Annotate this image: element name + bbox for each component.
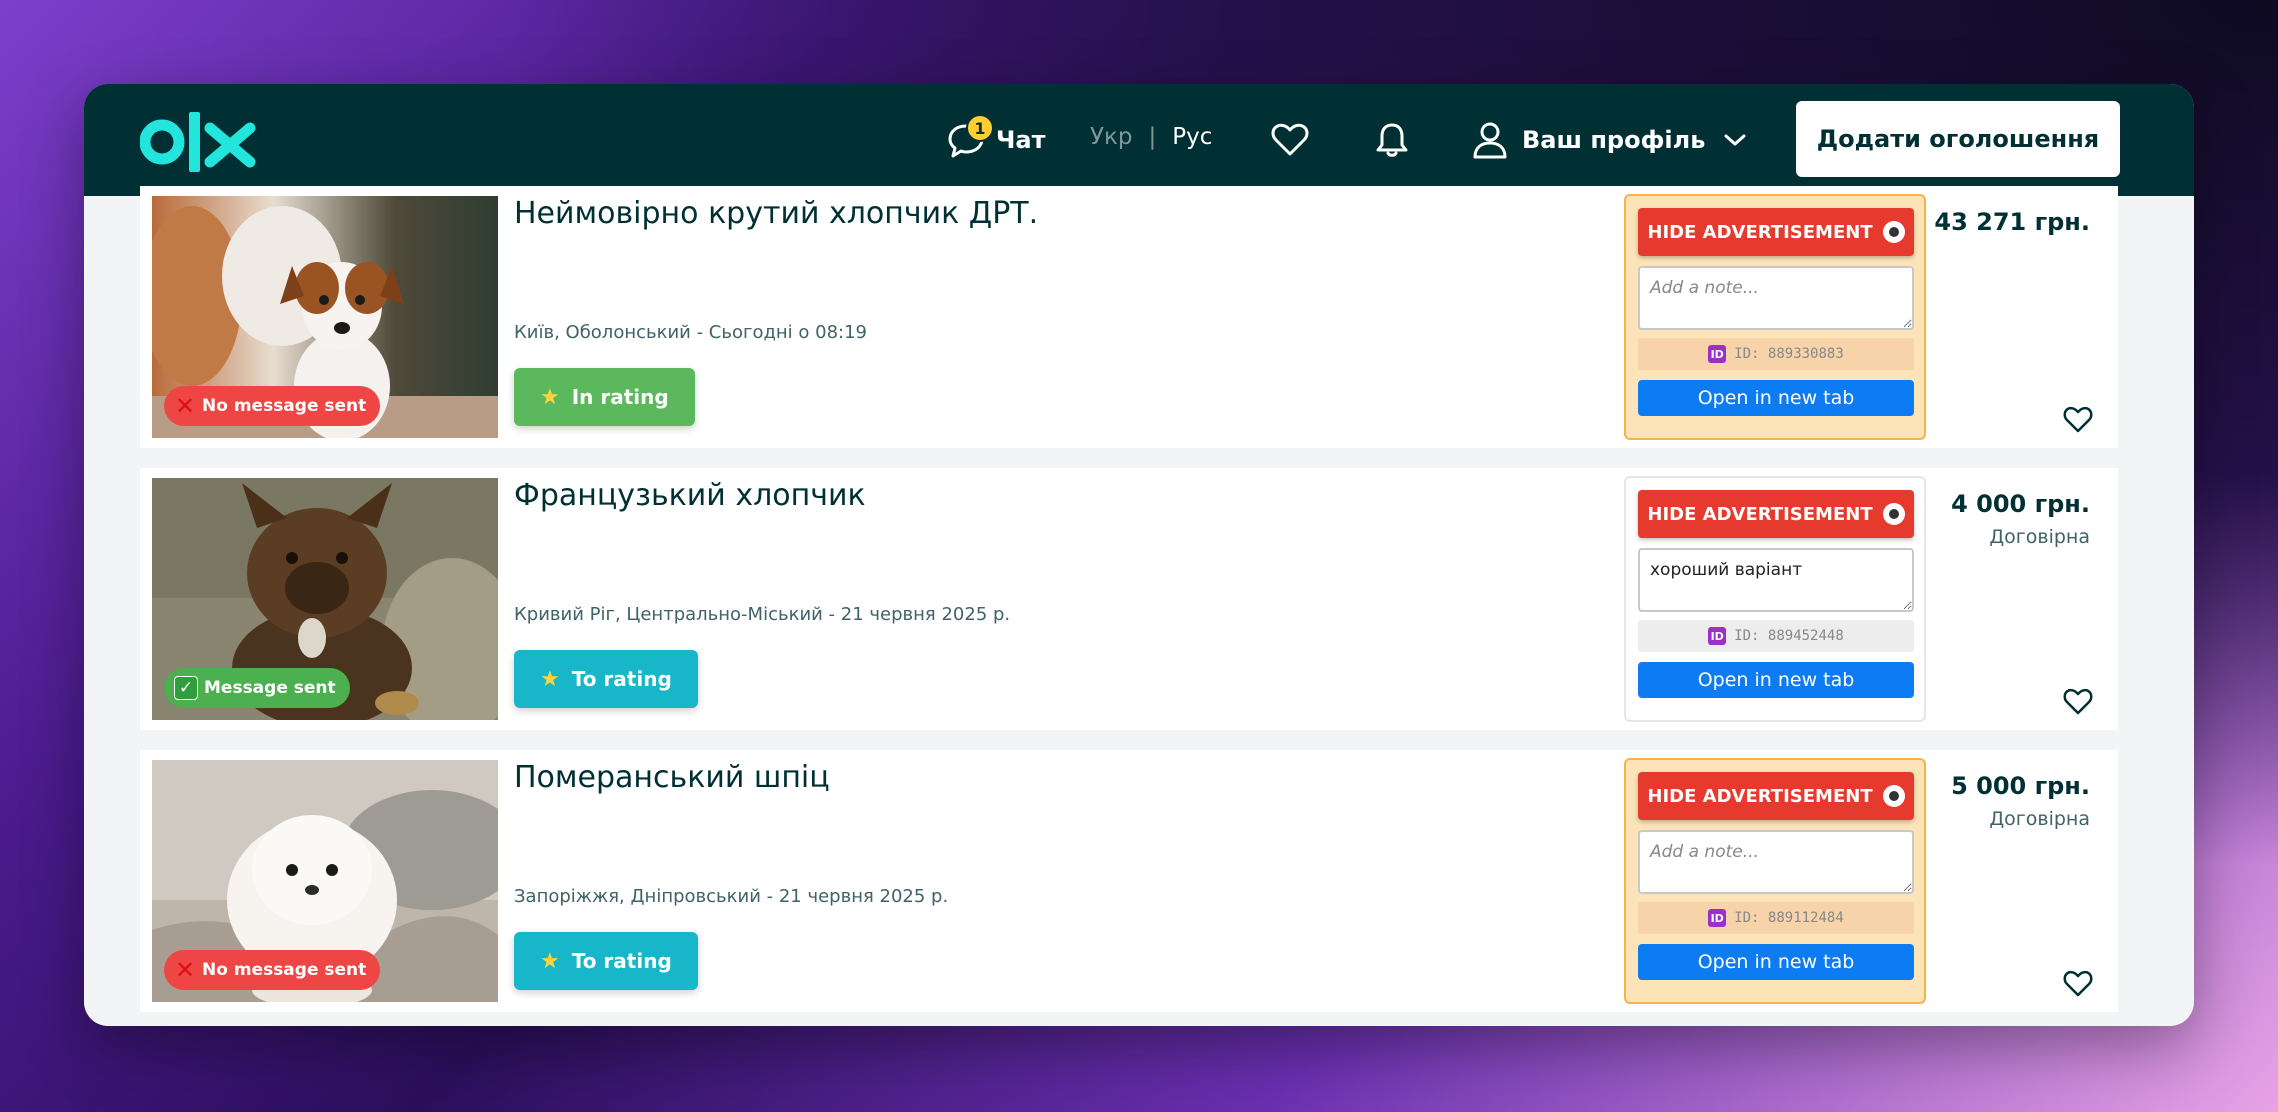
star-icon: ★ [540, 666, 560, 692]
hide-label: HIDE ADVERTISEMENT [1647, 503, 1873, 525]
lang-separator: | [1148, 124, 1157, 150]
site-header: 1 Чат Укр | Рус Ваш профіль Додати оголо… [84, 84, 2194, 196]
profile-label: Ваш профіль [1522, 126, 1706, 154]
listing-price: 5 000 грн. [1951, 772, 2090, 800]
eye-icon [1882, 503, 1905, 525]
lang-ukr[interactable]: Укр [1090, 124, 1133, 150]
listing-photo[interactable]: ✓ Message sent [152, 478, 498, 720]
listing-card[interactable]: ✕ No message sent Померанський шпіц Запо… [140, 750, 2118, 1012]
chat-icon: 1 [946, 114, 994, 160]
listing-id: ID ID: 889452448 [1638, 620, 1914, 652]
listing-photo[interactable]: ✕ No message sent [152, 760, 498, 1002]
olx-logo[interactable] [140, 112, 260, 172]
favorite-heart-icon[interactable] [2062, 968, 2094, 998]
note-input[interactable] [1638, 830, 1914, 894]
user-icon [1473, 122, 1507, 159]
chat-label: Чат [996, 126, 1046, 154]
rating-label: To rating [571, 667, 672, 691]
price-negotiable: Договірна [1989, 526, 2090, 548]
chat-unread-badge: 1 [966, 114, 994, 142]
listing-location: Запоріжжя, Дніпровський - 21 червня 2025… [514, 886, 949, 907]
hide-advertisement-button[interactable]: HIDE ADVERTISEMENT [1638, 772, 1914, 820]
bell-icon[interactable] [1372, 120, 1412, 160]
favorite-heart-icon[interactable] [2062, 686, 2094, 716]
note-input[interactable]: хороший варіант [1638, 548, 1914, 612]
star-icon: ★ [540, 948, 560, 974]
add-listing-button[interactable]: Додати оголошення [1796, 101, 2120, 177]
open-in-new-tab-button[interactable]: Open in new tab [1638, 662, 1914, 698]
message-status-label: No message sent [202, 960, 367, 980]
extension-panel: HIDE ADVERTISEMENT ID ID: 889330883 Open… [1624, 194, 1926, 440]
hide-label: HIDE ADVERTISEMENT [1647, 785, 1873, 807]
listing-id-text: ID: 889330883 [1734, 346, 1844, 362]
hide-label: HIDE ADVERTISEMENT [1647, 221, 1873, 243]
lang-rus[interactable]: Рус [1172, 124, 1212, 150]
open-in-new-tab-button[interactable]: Open in new tab [1638, 944, 1914, 980]
rating-button[interactable]: ★ In rating [514, 368, 695, 426]
listing-id: ID ID: 889112484 [1638, 902, 1914, 934]
listing-photo[interactable]: ✕ No message sent [152, 196, 498, 438]
rating-button[interactable]: ★ To rating [514, 650, 698, 708]
eye-icon [1882, 221, 1905, 243]
listing-title[interactable]: Померанський шпіц [514, 760, 830, 795]
rating-button[interactable]: ★ To rating [514, 932, 698, 990]
id-icon: ID [1708, 345, 1727, 363]
listing-location: Кривий Ріг, Центрально-Міський - 21 черв… [514, 604, 1011, 625]
message-status-label: Message sent [204, 678, 336, 698]
hide-advertisement-button[interactable]: HIDE ADVERTISEMENT [1638, 208, 1914, 256]
listing-title[interactable]: Неймовірно крутий хлопчик ДРТ. [514, 196, 1038, 231]
message-status-badge: ✕ No message sent [164, 386, 381, 426]
listing-price: 43 271 грн. [1934, 208, 2090, 236]
id-icon: ID [1708, 627, 1727, 645]
price-negotiable: Договірна [1989, 808, 2090, 830]
cross-icon: ✕ [174, 956, 196, 984]
profile-menu[interactable]: Ваш профіль [1472, 118, 1747, 162]
favorite-heart-icon[interactable] [2062, 404, 2094, 434]
open-in-new-tab-button[interactable]: Open in new tab [1638, 380, 1914, 416]
hide-advertisement-button[interactable]: HIDE ADVERTISEMENT [1638, 490, 1914, 538]
eye-icon [1882, 785, 1905, 807]
listing-card[interactable]: ✓ Message sent Французький хлопчик Криви… [140, 468, 2118, 730]
check-icon: ✓ [174, 676, 198, 700]
browser-window: 1 Чат Укр | Рус Ваш профіль Додати оголо… [84, 84, 2194, 1026]
language-switcher: Укр | Рус [1090, 124, 1212, 150]
favorites-heart-icon[interactable] [1270, 120, 1310, 160]
listing-id-text: ID: 889452448 [1734, 628, 1844, 644]
message-status-badge: ✓ Message sent [164, 668, 350, 708]
note-input[interactable] [1638, 266, 1914, 330]
extension-panel: HIDE ADVERTISEMENT ID ID: 889112484 Open… [1624, 758, 1926, 1004]
listing-location: Київ, Оболонський - Сьогодні о 08:19 [514, 322, 868, 343]
listing-id: ID ID: 889330883 [1638, 338, 1914, 370]
cross-icon: ✕ [174, 392, 196, 420]
listing-card[interactable]: ✕ No message sent Неймовірно крутий хлоп… [140, 186, 2118, 448]
listing-list: ✕ No message sent Неймовірно крутий хлоп… [140, 186, 2118, 1026]
chevron-down-icon [1724, 134, 1746, 146]
listing-price: 4 000 грн. [1951, 490, 2090, 518]
message-status-badge: ✕ No message sent [164, 950, 381, 990]
listing-id-text: ID: 889112484 [1734, 910, 1844, 926]
chat-link[interactable]: 1 Чат [946, 114, 1046, 162]
rating-label: In rating [571, 385, 669, 409]
id-icon: ID [1708, 909, 1727, 927]
message-status-label: No message sent [202, 396, 367, 416]
listing-title[interactable]: Французький хлопчик [514, 478, 866, 513]
star-icon: ★ [540, 384, 560, 410]
rating-label: To rating [571, 949, 672, 973]
extension-panel: HIDE ADVERTISEMENT хороший варіант ID ID… [1624, 476, 1926, 722]
